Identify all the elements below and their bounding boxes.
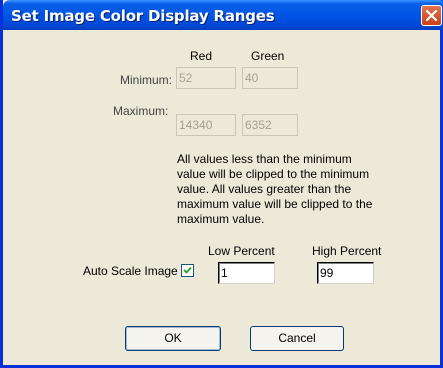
auto-scale-label: Auto Scale Image: [83, 264, 178, 278]
low-percent-label: Low Percent: [208, 244, 275, 258]
ok-button[interactable]: OK: [125, 326, 221, 351]
column-header-green: Green: [251, 49, 285, 63]
close-button[interactable]: [421, 5, 442, 26]
clipping-note: All values less than the minimum value w…: [177, 152, 373, 226]
maximum-label: Maximum:: [113, 104, 169, 118]
dialog-window: Set Image Color Display Ranges Red Green…: [0, 0, 443, 368]
minimum-red-field[interactable]: 52: [176, 67, 236, 89]
checkmark-icon: [183, 266, 192, 274]
high-percent-label: High Percent: [312, 244, 382, 258]
auto-scale-checkbox[interactable]: [181, 264, 194, 277]
minimum-green-field[interactable]: 40: [242, 67, 298, 89]
high-percent-input[interactable]: 99: [317, 262, 374, 284]
cancel-button[interactable]: Cancel: [250, 326, 344, 351]
low-percent-input[interactable]: 1: [218, 262, 275, 284]
minimum-label: Minimum:: [120, 73, 173, 87]
title-bar[interactable]: Set Image Color Display Ranges: [3, 0, 443, 30]
close-icon: [426, 10, 437, 21]
maximum-green-field[interactable]: 6352: [242, 114, 298, 136]
column-header-red: Red: [190, 49, 213, 63]
window-title: Set Image Color Display Ranges: [11, 7, 275, 25]
maximum-red-field[interactable]: 14340: [176, 114, 236, 136]
